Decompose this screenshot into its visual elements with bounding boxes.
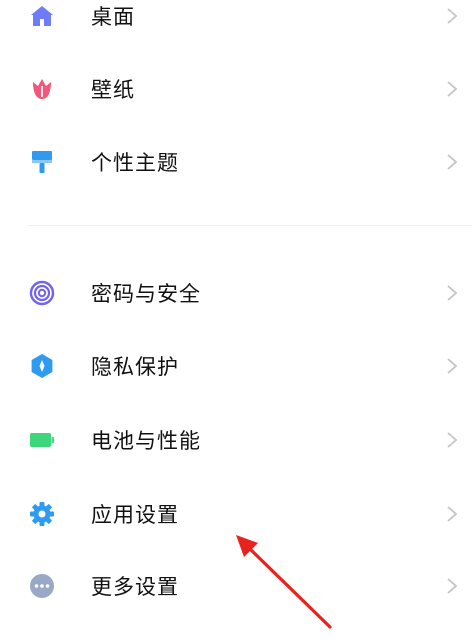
privacy-shield-icon	[29, 353, 55, 379]
settings-item-label: 隐私保护	[91, 355, 179, 379]
settings-item-password-security[interactable]: 密码与安全	[0, 261, 472, 325]
settings-item-label: 更多设置	[91, 575, 179, 599]
settings-item-privacy[interactable]: 隐私保护	[0, 334, 472, 398]
annotation-arrow	[236, 535, 332, 629]
settings-item-label: 壁纸	[91, 78, 135, 102]
tulip-icon	[29, 76, 55, 102]
chevron-right-icon	[446, 431, 458, 449]
chevron-right-icon	[446, 505, 458, 523]
settings-item-label: 个性主题	[91, 151, 179, 175]
more-dots-icon	[29, 573, 55, 599]
settings-item-desktop[interactable]: 桌面	[0, 0, 472, 48]
settings-item-wallpaper[interactable]: 壁纸	[0, 57, 472, 121]
chevron-right-icon	[446, 577, 458, 595]
section-divider	[28, 225, 472, 226]
chevron-right-icon	[446, 80, 458, 98]
home-icon	[29, 3, 55, 29]
settings-item-themes[interactable]: 个性主题	[0, 130, 472, 194]
chevron-right-icon	[446, 284, 458, 302]
gear-icon	[29, 501, 55, 527]
chevron-right-icon	[446, 153, 458, 171]
settings-item-battery-performance[interactable]: 电池与性能	[0, 408, 472, 472]
annotation-arrow-line	[246, 545, 332, 629]
settings-item-label: 密码与安全	[91, 282, 201, 306]
battery-icon	[29, 427, 55, 453]
settings-item-label: 桌面	[91, 5, 135, 29]
settings-item-label: 应用设置	[91, 503, 179, 527]
settings-item-label: 电池与性能	[91, 429, 201, 453]
chevron-right-icon	[446, 7, 458, 25]
chevron-right-icon	[446, 357, 458, 375]
paint-roller-icon	[29, 149, 55, 175]
fingerprint-icon	[29, 280, 55, 306]
